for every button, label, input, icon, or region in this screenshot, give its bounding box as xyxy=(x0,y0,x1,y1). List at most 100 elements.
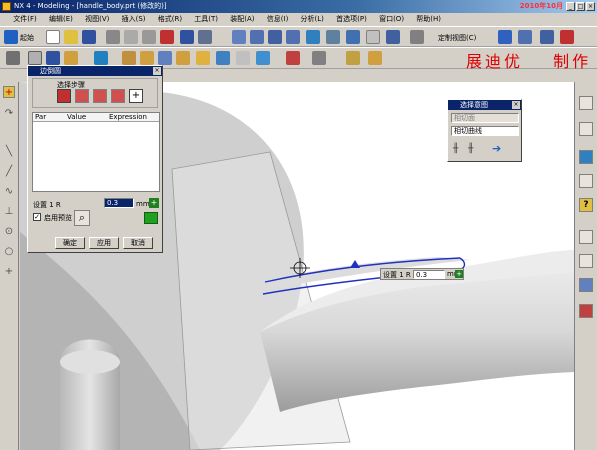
roles-icon[interactable] xyxy=(579,278,593,292)
curve-icon[interactable] xyxy=(286,51,300,65)
analysis-icon[interactable] xyxy=(368,51,382,65)
sphere-icon[interactable] xyxy=(176,51,190,65)
menu-view[interactable]: 视图(V) xyxy=(80,13,114,26)
part-navigator-icon[interactable] xyxy=(579,96,593,110)
undo-icon[interactable] xyxy=(180,30,194,44)
apply-button[interactable]: 应用 xyxy=(89,237,119,249)
point-tool-icon[interactable]: ⊥ xyxy=(3,206,15,218)
pad-icon[interactable] xyxy=(236,51,250,65)
dynamic-expand-icon[interactable]: + xyxy=(455,270,463,278)
zoom-icon[interactable] xyxy=(250,30,264,44)
layer-icon[interactable] xyxy=(410,30,424,44)
variable-radius-step-icon[interactable] xyxy=(75,89,89,103)
dialog-close-button[interactable]: × xyxy=(153,67,161,75)
snap-icon[interactable] xyxy=(498,30,512,44)
tangent-curves-select[interactable]: 相切曲线 xyxy=(451,126,519,136)
setback-step-icon[interactable] xyxy=(93,89,107,103)
boss-icon[interactable] xyxy=(196,51,210,65)
clock-icon[interactable] xyxy=(579,230,593,244)
preview-checkbox[interactable]: ✓ xyxy=(33,213,41,221)
shaded-icon[interactable] xyxy=(326,30,340,44)
radius-value-field[interactable]: 0.3 xyxy=(104,198,134,208)
menu-insert[interactable]: 插入(S) xyxy=(117,13,151,26)
maximize-button[interactable]: □ xyxy=(576,2,585,11)
parameter-table[interactable]: Par Value Expression xyxy=(32,112,160,192)
refresh-icon[interactable] xyxy=(306,30,320,44)
open-file-icon[interactable] xyxy=(64,30,78,44)
menu-help[interactable]: 帮助(H) xyxy=(411,13,446,26)
menu-format[interactable]: 格式(R) xyxy=(153,13,187,26)
save-icon[interactable] xyxy=(82,30,96,44)
menu-preferences[interactable]: 首选项(P) xyxy=(331,13,372,26)
feature-icon[interactable] xyxy=(28,51,42,65)
cylinder-icon[interactable] xyxy=(140,51,154,65)
minimize-button[interactable]: _ xyxy=(566,2,575,11)
arc-tool-icon[interactable]: ↷ xyxy=(3,108,15,120)
custom-view-label[interactable]: 定制视图(C) xyxy=(438,33,476,43)
cancel-button[interactable]: 取消 xyxy=(123,237,153,249)
delete-icon[interactable] xyxy=(160,30,174,44)
polyline-tool-icon[interactable]: ╱ xyxy=(3,166,15,178)
close-button[interactable]: × xyxy=(586,2,595,11)
dynamic-radius-field[interactable]: 0.3 xyxy=(413,270,445,279)
menu-tools[interactable]: 工具(T) xyxy=(189,13,223,26)
cut-icon[interactable] xyxy=(106,30,120,44)
forward-arrow-icon[interactable]: ➔ xyxy=(492,143,504,155)
render-style-icon[interactable] xyxy=(386,30,400,44)
revolve-icon[interactable] xyxy=(64,51,78,65)
crosshair-icon[interactable]: + xyxy=(3,266,15,278)
assembly-icon[interactable] xyxy=(94,51,108,65)
copy-icon[interactable] xyxy=(124,30,138,44)
filter-icon[interactable] xyxy=(518,30,532,44)
web-browser-icon[interactable] xyxy=(579,150,593,164)
fit-view-icon[interactable] xyxy=(232,30,246,44)
clear-icon[interactable] xyxy=(560,30,574,44)
menu-info[interactable]: 信息(I) xyxy=(262,13,294,26)
menu-assembly[interactable]: 装配(A) xyxy=(225,13,259,26)
document-icon[interactable] xyxy=(579,254,593,268)
start-icon[interactable] xyxy=(4,30,18,44)
follow-fillet-icon[interactable]: ╫ xyxy=(468,143,480,155)
selection-intent-close-button[interactable]: × xyxy=(512,101,520,109)
ok-button[interactable]: 确定 xyxy=(55,237,85,249)
circle-center-icon[interactable]: ⊙ xyxy=(3,226,15,238)
view-dropdown-icon[interactable] xyxy=(366,30,380,44)
spline-tool-icon[interactable]: ∿ xyxy=(3,186,15,198)
new-file-icon[interactable] xyxy=(46,30,60,44)
pan-icon[interactable] xyxy=(286,30,300,44)
view-orient-icon[interactable] xyxy=(346,30,360,44)
circle-tool-icon[interactable]: ○ xyxy=(3,246,15,258)
menu-file[interactable]: 文件(F) xyxy=(8,13,42,26)
menu-analysis[interactable]: 分析(L) xyxy=(296,13,329,26)
history-icon[interactable] xyxy=(579,174,593,188)
rotate-icon[interactable] xyxy=(268,30,282,44)
apply-arrow-icon[interactable] xyxy=(144,212,158,224)
select-icon[interactable] xyxy=(198,30,212,44)
edge-select-step-icon[interactable] xyxy=(57,89,71,103)
extrude-icon[interactable] xyxy=(46,51,60,65)
menu-edit[interactable]: 编辑(E) xyxy=(44,13,78,26)
measure-icon[interactable] xyxy=(346,51,360,65)
column-expression: Expression xyxy=(109,113,147,121)
magnify-icon[interactable]: ⌕ xyxy=(74,210,90,226)
hole-icon[interactable] xyxy=(216,51,230,65)
menu-window[interactable]: 窗口(O) xyxy=(374,13,409,26)
shell-icon[interactable] xyxy=(256,51,270,65)
radius-expand-icon[interactable]: + xyxy=(149,198,159,208)
cone-icon[interactable] xyxy=(158,51,172,65)
block-icon[interactable] xyxy=(122,51,136,65)
assembly-navigator-icon[interactable] xyxy=(579,122,593,136)
snap-point-icon[interactable]: + xyxy=(3,86,15,98)
help-icon[interactable]: ? xyxy=(579,198,593,212)
selection-icon[interactable] xyxy=(540,30,554,44)
start-button-label[interactable]: 起始 xyxy=(20,33,34,43)
line-tool-icon[interactable]: ╲ xyxy=(3,146,15,158)
surface-icon[interactable] xyxy=(312,51,326,65)
add-step-icon[interactable]: + xyxy=(129,89,143,103)
tangent-faces-select[interactable]: 相切面 xyxy=(451,113,519,123)
paste-icon[interactable] xyxy=(142,30,156,44)
stop-at-intersection-icon[interactable]: ╫ xyxy=(453,143,465,155)
sketch-icon[interactable] xyxy=(6,51,20,65)
stop-short-step-icon[interactable] xyxy=(111,89,125,103)
system-icon[interactable] xyxy=(579,304,593,318)
